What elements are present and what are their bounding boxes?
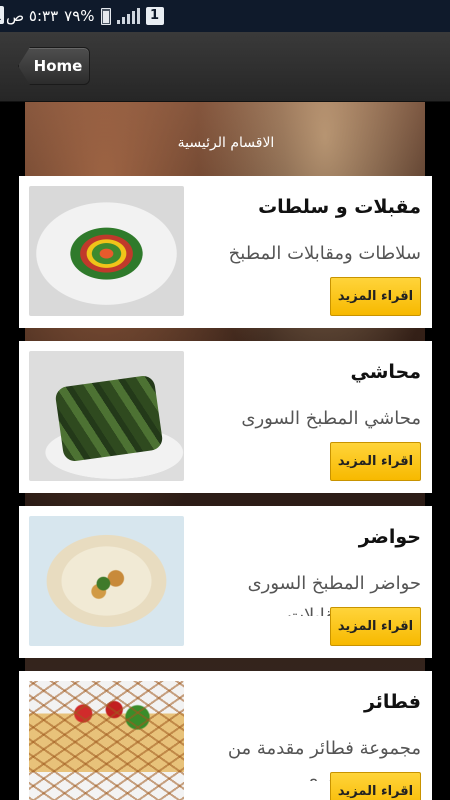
category-card[interactable]: مقبلات و سلطات سلاطات ومقابلات المطبخ اق… bbox=[19, 176, 432, 328]
read-more-button[interactable]: اقراء المزيد bbox=[330, 442, 421, 481]
notification-count-badge: 1 bbox=[145, 7, 164, 25]
read-more-button[interactable]: اقراء المزيد bbox=[330, 607, 421, 646]
status-left: ٥:٣٣ ص ٧٩% 1 bbox=[6, 6, 164, 26]
category-list-screen: الاقسام الرئيسية مقبلات و سلطات سلاطات و… bbox=[0, 102, 450, 800]
home-button[interactable]: Home bbox=[18, 47, 90, 85]
category-card[interactable]: محاشي محاشي المطبخ السورى اقراء المزيد bbox=[19, 341, 432, 493]
action-bar: Home bbox=[0, 32, 450, 102]
category-title: محاشي bbox=[350, 361, 422, 383]
category-title: حواضر bbox=[358, 526, 421, 548]
status-bar: ٥:٣٣ ص ٧٩% 1 bbox=[0, 0, 450, 32]
lattice-pie-image bbox=[29, 681, 184, 800]
status-time: ٥:٣٣ ص bbox=[6, 7, 59, 25]
category-title: مقبلات و سلطات bbox=[258, 196, 421, 218]
hero-title-text: الاقسام الرئيسية bbox=[177, 135, 275, 151]
read-more-button[interactable]: اقراء المزيد bbox=[330, 277, 421, 316]
signal-icon bbox=[116, 8, 140, 24]
category-card[interactable]: فطائر مجموعة فطائر مقدمة من المطبخ السور… bbox=[19, 671, 432, 800]
hero-title: الاقسام الرئيسية bbox=[0, 135, 450, 151]
stuffed-grape-leaves-image bbox=[29, 351, 184, 481]
battery-percent: ٧٩% bbox=[64, 7, 95, 25]
category-title: فطائر bbox=[363, 691, 421, 713]
hummus-plate-image bbox=[29, 516, 184, 646]
battery-icon bbox=[100, 7, 111, 25]
category-card[interactable]: حواضر حواضر المطبخ السورى سلاطات ومقابلا… bbox=[19, 506, 432, 658]
read-more-button[interactable]: اقراء المزيد bbox=[330, 772, 421, 800]
salad-platter-image bbox=[29, 186, 184, 316]
image-notification-icon bbox=[0, 6, 4, 24]
